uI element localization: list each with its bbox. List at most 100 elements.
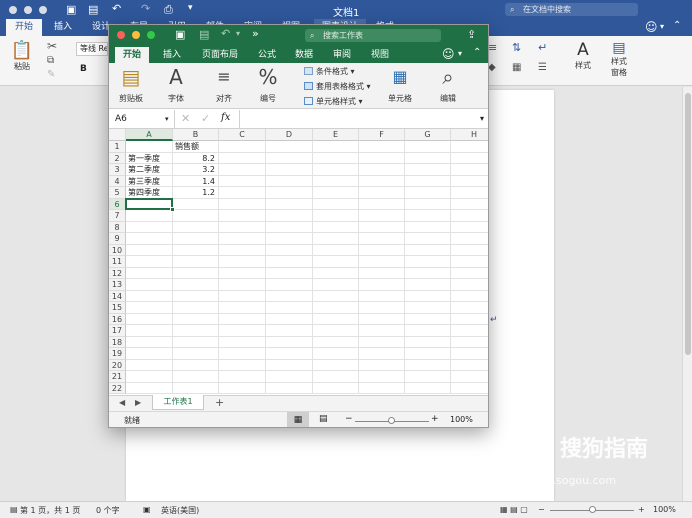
cancel-icon[interactable]: ✕ — [181, 112, 190, 125]
word-zoom-out-button[interactable]: − — [538, 505, 545, 514]
cell-b2[interactable]: 8.2 — [173, 153, 215, 165]
fill-color-icon[interactable]: ◆ — [488, 62, 496, 73]
borders-icon[interactable]: ▦ — [512, 62, 521, 73]
sidebar-icon[interactable]: ▣ — [175, 28, 185, 41]
row-header[interactable]: 1 — [109, 141, 126, 153]
row-header[interactable]: 10 — [109, 244, 126, 256]
cell-b3[interactable]: 3.2 — [173, 164, 215, 176]
sort-icon[interactable]: ⇅ — [512, 41, 521, 54]
cell-a2[interactable]: 第一季度 — [128, 153, 160, 165]
redo-icon[interactable]: ↷ — [141, 2, 150, 15]
maximize-icon[interactable] — [147, 31, 155, 39]
excel-table-format-button[interactable]: 套用表格格式 ▾ — [304, 81, 371, 92]
worksheet-grid[interactable]: A B C D E F G H 1 2 3 4 5 6 7 8 9 10 11 12 13 14 15 16 17 18 19 20 2… — [109, 129, 488, 395]
row-header[interactable]: 15 — [109, 302, 126, 314]
excel-tab-review[interactable]: 审阅 — [329, 45, 355, 62]
excel-zoom-out-button[interactable]: − — [345, 414, 353, 424]
row-header[interactable]: 19 — [109, 348, 126, 360]
sheet-tab[interactable]: 工作表1 — [152, 395, 204, 410]
minimize-icon[interactable] — [24, 6, 32, 14]
next-sheet-icon[interactable]: ▶ — [135, 398, 141, 407]
more-commands-icon[interactable]: » — [252, 27, 259, 40]
word-zoom-in-button[interactable]: + — [638, 505, 645, 514]
excel-cell-style-button[interactable]: 单元格样式 ▾ — [304, 96, 363, 107]
word-vertical-scrollbar[interactable] — [682, 87, 692, 501]
row-header[interactable]: 11 — [109, 256, 126, 268]
customize-toolbar-icon[interactable]: ▾ — [188, 3, 193, 13]
page-layout-view-button[interactable]: ▤ — [319, 414, 328, 424]
excel-align-button[interactable]: ≡ 对齐 — [209, 65, 239, 104]
copy-icon[interactable]: ⧉ — [47, 55, 54, 66]
word-bold-button[interactable]: B — [80, 64, 87, 74]
undo-menu-icon[interactable]: ▾ — [236, 29, 240, 38]
save-icon[interactable]: ▤ — [199, 28, 209, 41]
smiley-icon[interactable]: ☺ — [442, 47, 455, 61]
format-painter-icon[interactable]: ✎ — [47, 69, 55, 80]
name-box[interactable]: A6 ▾ — [109, 110, 175, 128]
align-right-icon[interactable]: ≡ — [488, 41, 497, 54]
excel-zoom-level[interactable]: 100% — [450, 415, 473, 424]
excel-tab-insert[interactable]: 插入 — [157, 45, 187, 62]
word-language[interactable]: 英语(美国) — [161, 505, 199, 516]
excel-zoom-slider-thumb[interactable] — [388, 417, 395, 424]
normal-view-button[interactable]: ▦ — [287, 412, 309, 427]
row-header[interactable]: 16 — [109, 313, 126, 325]
excel-search-input[interactable]: ⌕ 搜索工作表 — [305, 29, 441, 42]
row-header[interactable]: 13 — [109, 279, 126, 291]
row-header[interactable]: 20 — [109, 359, 126, 371]
previous-sheet-icon[interactable]: ◀ — [119, 398, 125, 407]
close-icon[interactable] — [9, 6, 17, 14]
column-header-e[interactable]: E — [313, 129, 359, 141]
cell-a4[interactable]: 第三季度 — [128, 176, 160, 188]
chevron-down-icon[interactable]: ▾ — [660, 22, 664, 31]
maximize-icon[interactable] — [39, 6, 47, 14]
cell-b4[interactable]: 1.4 — [173, 176, 215, 188]
confirm-icon[interactable]: ✓ — [201, 112, 210, 125]
row-header[interactable]: 21 — [109, 371, 126, 383]
excel-tab-view[interactable]: 视图 — [367, 45, 393, 62]
selected-cell-outline[interactable] — [125, 197, 173, 210]
row-header[interactable]: 4 — [109, 175, 126, 187]
proofing-icon[interactable]: ▣ — [143, 505, 151, 514]
excel-font-button[interactable]: A 字体 — [161, 65, 191, 104]
row-header[interactable]: 14 — [109, 290, 126, 302]
formula-input[interactable] — [239, 110, 477, 128]
word-search-input[interactable]: ⌕ 在文档中搜索 — [505, 3, 638, 16]
row-header[interactable]: 7 — [109, 210, 126, 222]
excel-tab-formulas[interactable]: 公式 — [254, 45, 280, 62]
column-header-c[interactable]: C — [219, 129, 266, 141]
sidebar-icon[interactable]: ▣ — [66, 3, 76, 16]
word-paste-button[interactable]: 📋 粘贴 — [8, 40, 36, 72]
excel-cells-button[interactable]: ▦ 单元格 — [385, 65, 415, 104]
row-header[interactable]: 2 — [109, 152, 126, 164]
undo-icon[interactable]: ↶ — [112, 2, 121, 15]
row-header[interactable]: 6 — [109, 198, 126, 210]
word-page-count[interactable]: 第 1 页，共 1 页 — [20, 505, 80, 516]
row-header[interactable]: 9 — [109, 233, 126, 245]
cell-b1[interactable]: 销售额 — [175, 141, 199, 153]
add-sheet-button[interactable]: + — [215, 396, 224, 409]
cell-a3[interactable]: 第二季度 — [128, 164, 160, 176]
word-font-name-field[interactable]: 等线 Re — [76, 42, 108, 56]
excel-number-button[interactable]: % 编号 — [253, 65, 283, 104]
collapse-ribbon-icon[interactable]: ⌃ — [473, 47, 481, 58]
print-icon[interactable]: ⎙ — [164, 3, 173, 17]
close-icon[interactable] — [117, 31, 125, 39]
column-header-g[interactable]: G — [405, 129, 451, 141]
excel-tab-data[interactable]: 数据 — [291, 45, 317, 62]
select-all-corner[interactable] — [109, 129, 126, 141]
word-tab-insert[interactable]: 插入 — [48, 19, 78, 36]
row-header[interactable]: 3 — [109, 164, 126, 176]
fill-handle[interactable] — [170, 207, 175, 212]
scrollbar-thumb[interactable] — [685, 93, 691, 355]
row-header[interactable]: 18 — [109, 336, 126, 348]
insert-function-button[interactable]: fx — [221, 112, 230, 123]
minimize-icon[interactable] — [132, 31, 140, 39]
word-zoom-slider-thumb[interactable] — [589, 506, 596, 513]
word-zoom-level[interactable]: 100% — [653, 505, 676, 514]
undo-icon[interactable]: ↶ — [221, 27, 230, 40]
row-header[interactable]: 5 — [109, 187, 126, 199]
row-header[interactable]: 12 — [109, 267, 126, 279]
column-header-h[interactable]: H — [451, 129, 488, 141]
excel-zoom-in-button[interactable]: + — [431, 414, 439, 424]
